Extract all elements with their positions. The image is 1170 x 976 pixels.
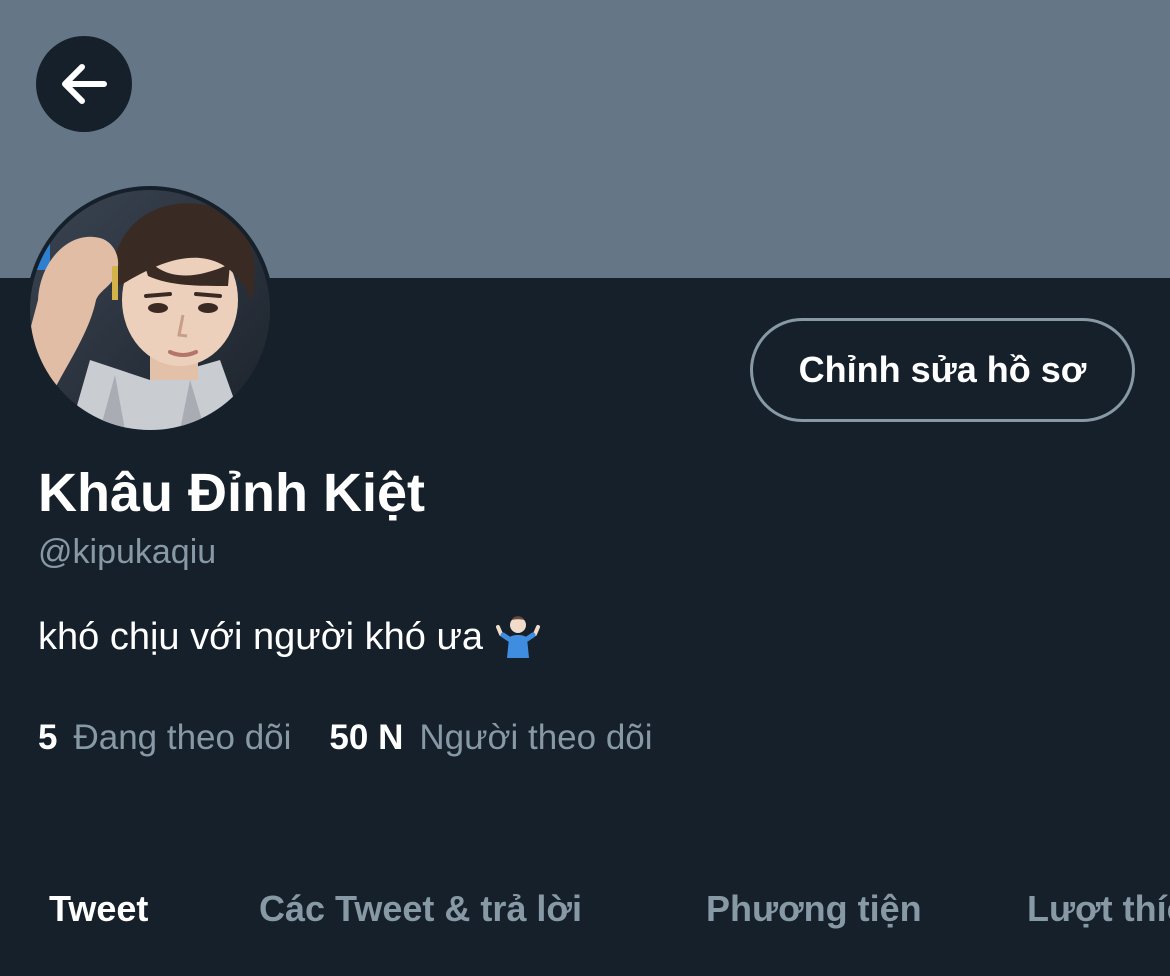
username-handle: @kipukaqiu — [38, 533, 217, 571]
avatar[interactable] — [26, 186, 274, 434]
following-label: Đang theo dõi — [73, 718, 292, 757]
following-count: 5 — [38, 718, 58, 757]
back-button[interactable] — [36, 36, 132, 132]
tab-tweets[interactable]: Tweet — [49, 888, 148, 930]
profile-tabs: Tweet Các Tweet & trả lời Phương tiện Lư… — [0, 876, 1170, 946]
display-name: Khâu Đỉnh Kiệt — [38, 463, 425, 523]
tab-media[interactable]: Phương tiện — [706, 888, 922, 930]
tab-likes[interactable]: Lượt thích — [1027, 888, 1170, 930]
arrow-left-icon — [62, 64, 107, 104]
followers-label: Người theo dõi — [419, 718, 653, 757]
follow-stats: 5 Đang theo dõi 50 N Người theo dõi — [38, 716, 653, 760]
followers-count: 50 N — [329, 718, 404, 757]
profile-photo — [30, 190, 270, 430]
bio: khó chịu với người khó ưa — [38, 612, 541, 662]
following-stat[interactable]: 5 Đang theo dõi — [38, 716, 291, 760]
edit-profile-button[interactable]: Chỉnh sửa hồ sơ — [750, 318, 1135, 422]
bio-text: khó chịu với người khó ưa — [38, 616, 484, 658]
followers-stat[interactable]: 50 N Người theo dõi — [329, 716, 652, 760]
person-shrugging-icon — [496, 616, 541, 658]
tab-tweets-and-replies[interactable]: Các Tweet & trả lời — [259, 888, 582, 930]
